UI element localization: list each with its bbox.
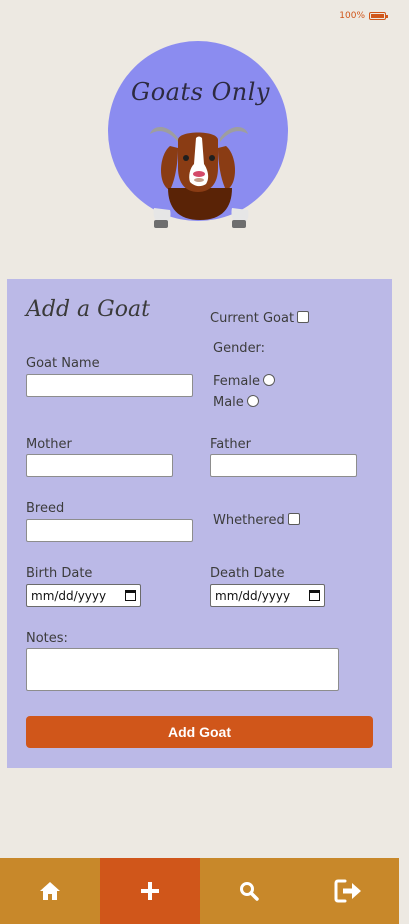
gender-label: Gender: xyxy=(213,341,266,356)
current-goat-checkbox[interactable] xyxy=(297,311,310,323)
calendar-icon[interactable] xyxy=(125,590,136,601)
breed-label: Breed xyxy=(26,501,65,516)
father-label: Father xyxy=(210,437,251,452)
whethered-label: Whethered xyxy=(213,513,285,528)
logo-title: Goats Only xyxy=(131,78,270,106)
current-goat-label: Current Goat xyxy=(210,311,295,326)
goat-illustration xyxy=(108,41,288,228)
birth-date-label: Birth Date xyxy=(26,566,93,581)
birth-date-value: mm/dd/yyyy xyxy=(31,588,107,603)
home-icon xyxy=(39,882,60,900)
nav-home[interactable] xyxy=(0,858,100,924)
death-date-input[interactable]: mm/dd/yyyy xyxy=(210,584,325,607)
mother-label: Mother xyxy=(26,437,72,452)
whethered-field: Whethered xyxy=(213,513,300,528)
gender-male-option: Male xyxy=(213,395,259,410)
birth-date-input[interactable]: mm/dd/yyyy xyxy=(26,584,141,607)
male-label: Male xyxy=(213,395,244,410)
notes-label: Notes: xyxy=(26,631,68,646)
nav-search[interactable] xyxy=(200,858,300,924)
battery-percent: 100% xyxy=(339,11,365,21)
logout-icon xyxy=(334,879,362,903)
breed-input[interactable] xyxy=(26,519,193,542)
nav-add[interactable] xyxy=(99,858,200,924)
gender-female-option: Female xyxy=(213,374,276,389)
calendar-icon[interactable] xyxy=(309,590,320,601)
plus-icon xyxy=(140,882,159,900)
nav-logout[interactable] xyxy=(299,858,399,924)
father-input[interactable] xyxy=(210,454,357,477)
male-radio[interactable] xyxy=(246,395,259,407)
current-goat-field: Current Goat xyxy=(210,311,310,326)
status-bar: 100% xyxy=(339,11,388,21)
goat-name-label: Goat Name xyxy=(26,356,100,371)
whethered-checkbox[interactable] xyxy=(287,513,300,525)
add-goat-form: Add a Goat Current Goat Gender: Female M… xyxy=(7,279,392,768)
mother-input[interactable] xyxy=(26,454,173,477)
death-date-label: Death Date xyxy=(210,566,285,581)
form-heading: Add a Goat xyxy=(26,297,150,322)
battery-icon xyxy=(369,12,388,20)
notes-textarea[interactable] xyxy=(26,648,339,691)
goats-only-logo: Goats Only xyxy=(108,38,293,233)
search-icon xyxy=(240,882,260,901)
bottom-nav xyxy=(0,858,399,924)
female-label: Female xyxy=(213,374,261,389)
female-radio[interactable] xyxy=(263,374,276,386)
add-goat-button[interactable]: Add Goat xyxy=(26,716,373,748)
goat-name-input[interactable] xyxy=(26,374,193,397)
death-date-value: mm/dd/yyyy xyxy=(215,588,291,603)
